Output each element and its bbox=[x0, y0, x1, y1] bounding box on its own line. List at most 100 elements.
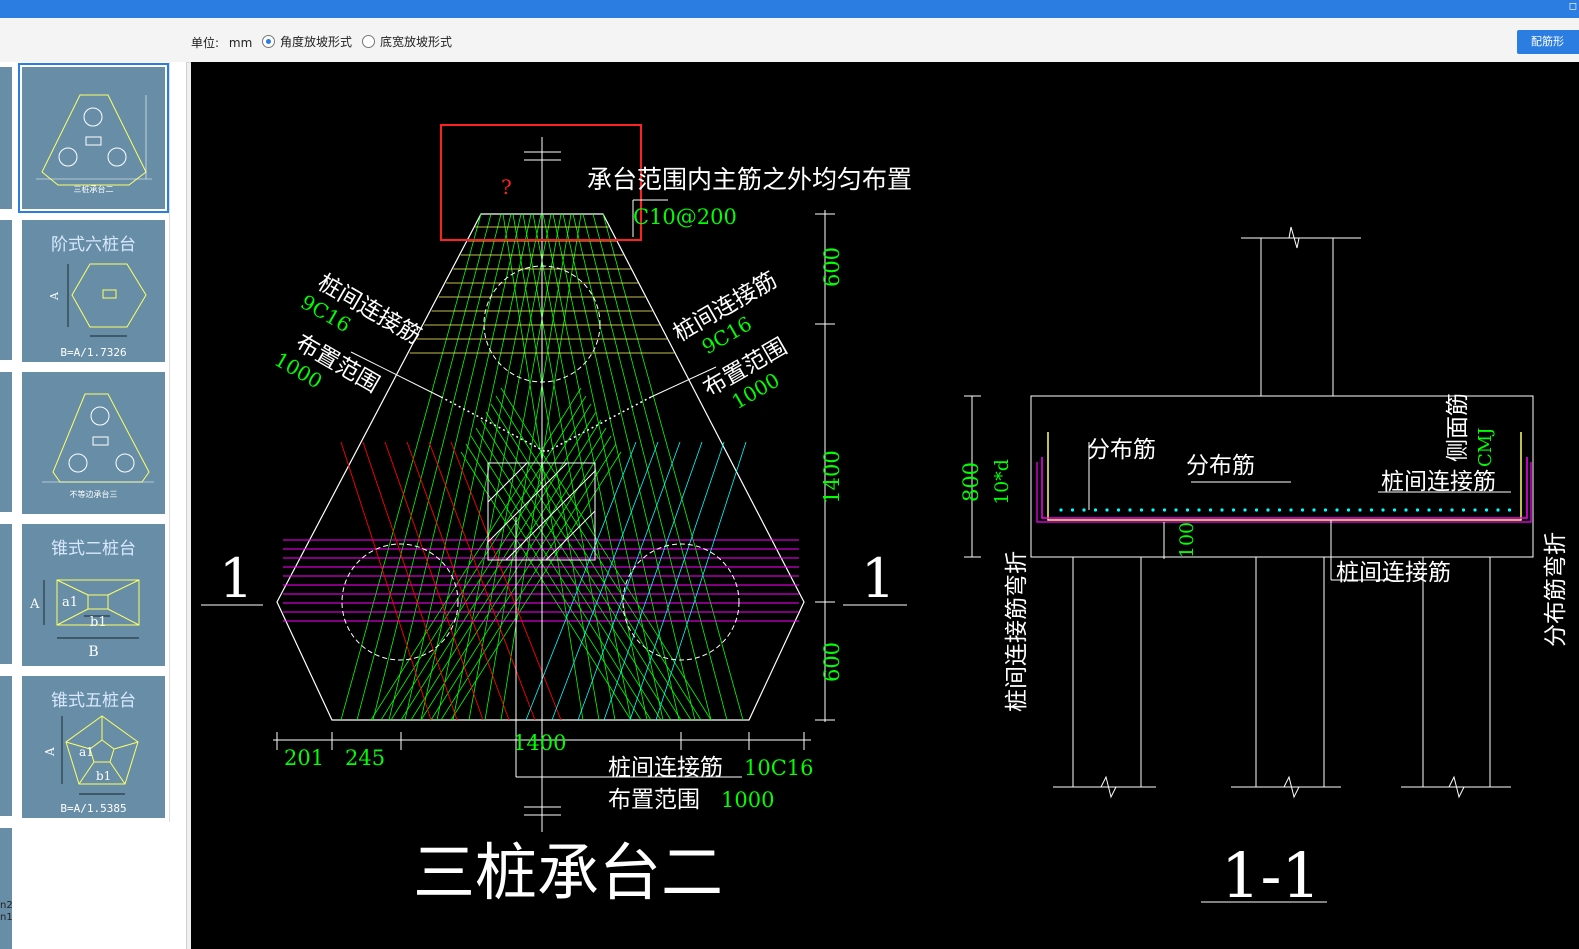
rebar-dot bbox=[1162, 508, 1167, 512]
red-rebar-line bbox=[340, 441, 432, 721]
rebar-dot bbox=[1404, 508, 1408, 512]
panel-divider bbox=[169, 62, 170, 822]
edge-text: n2 n1 bbox=[0, 900, 13, 923]
rebar-dot bbox=[1266, 508, 1270, 512]
section-view bbox=[964, 226, 1534, 799]
thumbnail-strip[interactable] bbox=[0, 67, 12, 209]
green-rebar-line bbox=[532, 213, 632, 721]
template-panel: 三桩承台二 阶式六桩台 A B=A/1.7326 不等边承台三 锥式二桩台 A … bbox=[0, 62, 187, 949]
window-control-icon[interactable]: ◻ bbox=[1569, 1, 1577, 12]
section-dim-100: 100 bbox=[1176, 522, 1198, 558]
bottom-conn-rebar: 10C16 bbox=[744, 756, 814, 780]
green-rebar-line bbox=[452, 213, 552, 721]
thumbnail-strip[interactable] bbox=[0, 524, 12, 664]
thumbnail-unequal-cap-3[interactable]: 不等边承台三 bbox=[22, 372, 165, 514]
rebar-dot bbox=[1461, 508, 1466, 512]
angle-slope-label: 角度放坡形式 bbox=[280, 35, 353, 49]
rebar-dot bbox=[1254, 508, 1259, 512]
thumbnail-strip[interactable] bbox=[0, 220, 12, 360]
unit-label: 单位: bbox=[191, 36, 220, 50]
rebar-dot bbox=[1415, 508, 1420, 512]
rebar-dot bbox=[1473, 508, 1477, 512]
green-rebar-line bbox=[484, 213, 572, 721]
rebar-dot bbox=[1381, 508, 1385, 512]
note-top: 承台范围内主筋之外均匀布置 bbox=[587, 165, 912, 194]
section-dist-label-1: 分布筋 bbox=[1087, 437, 1156, 463]
rebar-dot bbox=[1128, 508, 1132, 512]
dim-1400-bottom: 1400 bbox=[513, 731, 566, 755]
section-conn-bottom-label: 桩间连接筋 bbox=[1336, 560, 1451, 586]
rebar-dot bbox=[1438, 508, 1443, 512]
thumbnail-cone-two-pile[interactable]: 锥式二桩台 A a1 b1 B bbox=[22, 524, 165, 666]
rebar-dot bbox=[1105, 508, 1109, 512]
svg-text:A: A bbox=[48, 291, 61, 301]
rebar-dot bbox=[1277, 508, 1282, 512]
pile-circle bbox=[341, 543, 459, 661]
pile-connect-rebar bbox=[283, 539, 799, 622]
cyan-rebar-line bbox=[655, 441, 747, 721]
green-rebar-line bbox=[460, 451, 632, 721]
dim-600-bottom: 600 bbox=[820, 642, 844, 682]
thumbnail-caption: B=A/1.5385 bbox=[60, 802, 127, 815]
green-rebar-line bbox=[370, 387, 582, 721]
rebar-dot bbox=[1369, 508, 1374, 512]
cad-drawing: ? 承台范围内主筋之外均匀布置 C10@200 桩间连接筋 9C16 布置范围 … bbox=[201, 124, 1569, 912]
section-dim-10d: 10*d bbox=[991, 459, 1013, 505]
rebar-dot bbox=[1093, 508, 1098, 512]
rebar-dot bbox=[1243, 508, 1247, 512]
title-bar: ◻ bbox=[0, 0, 1579, 18]
section-mark-right: 1 bbox=[861, 547, 895, 610]
cad-drawing-canvas[interactable]: ? 承台范围内主筋之外均匀布置 C10@200 桩间连接筋 9C16 布置范围 … bbox=[191, 62, 1579, 949]
rebar-dot bbox=[1151, 508, 1155, 512]
bottom-range-label: 布置范围 bbox=[608, 787, 700, 813]
rebar-dot bbox=[1392, 508, 1397, 512]
section-mark-left: 1 bbox=[219, 547, 253, 610]
thumbnail-title: 锥式五桩台 bbox=[51, 691, 136, 711]
thumbnail-caption: B=A/1.7326 bbox=[60, 346, 127, 359]
green-rebar-line bbox=[582, 213, 712, 721]
svg-text:b1: b1 bbox=[90, 615, 107, 630]
section-conn-bend-label: 桩间连接筋弯折 bbox=[1004, 551, 1030, 712]
rebar-dot bbox=[1507, 508, 1512, 512]
section-side-label: 侧面筋 bbox=[1445, 393, 1471, 462]
width-slope-radio[interactable]: 底宽放坡形式 bbox=[362, 33, 452, 50]
green-rebar-line bbox=[388, 213, 512, 721]
rebar-dot bbox=[1323, 508, 1328, 512]
svg-text:a1: a1 bbox=[62, 595, 78, 610]
radio-unselected-icon[interactable] bbox=[362, 35, 375, 48]
radio-selected-icon[interactable] bbox=[262, 35, 275, 48]
svg-text:a1: a1 bbox=[79, 745, 94, 759]
green-rebar-line bbox=[404, 213, 522, 721]
green-rebar-line bbox=[420, 213, 532, 721]
thumbnail-three-pile-cap-2[interactable]: 三桩承台二 bbox=[18, 63, 169, 213]
section-rebar-dots bbox=[1059, 508, 1512, 512]
rebar-dot bbox=[1197, 508, 1201, 512]
dim-201: 201 bbox=[284, 746, 324, 770]
green-rebar-line bbox=[552, 213, 664, 721]
rebar-dot bbox=[1208, 508, 1213, 512]
rebar-dot bbox=[1450, 508, 1454, 512]
thumbnail-strip[interactable] bbox=[0, 828, 12, 949]
thumbnail-step-six-pile[interactable]: 阶式六桩台 A B=A/1.7326 bbox=[22, 220, 165, 362]
question-mark: ? bbox=[501, 175, 512, 199]
green-rebar-line bbox=[602, 213, 744, 721]
thumbnail-title: 锥式二桩台 bbox=[51, 539, 136, 559]
toolbar: 单位: mm 角度放坡形式 底宽放坡形式 配筋形 bbox=[0, 18, 1579, 63]
rebar-dot bbox=[1116, 508, 1121, 512]
rebar-form-button[interactable]: 配筋形 bbox=[1517, 30, 1579, 54]
section-conn-right-label: 桩间连接筋 bbox=[1381, 469, 1496, 495]
thumbnail-strip[interactable] bbox=[0, 676, 12, 816]
green-rebar-line bbox=[562, 213, 680, 721]
section-dist-bend-label: 分布筋弯折 bbox=[1543, 532, 1569, 647]
thumbnail-strip[interactable] bbox=[0, 372, 12, 512]
angle-slope-radio[interactable]: 角度放坡形式 bbox=[262, 33, 352, 50]
rebar-dot bbox=[1289, 508, 1293, 512]
dim-1400-right: 1400 bbox=[820, 450, 844, 503]
bottom-range-value: 1000 bbox=[721, 788, 774, 812]
thumbnail-caption: B bbox=[88, 644, 99, 660]
rebar-dot bbox=[1358, 508, 1362, 512]
rebar-dot bbox=[1070, 508, 1075, 512]
note-top-rebar: C10@200 bbox=[633, 205, 737, 229]
section-dist-label-2: 分布筋 bbox=[1186, 453, 1255, 479]
thumbnail-cone-five-pile[interactable]: 锥式五桩台 A a1 b1 B=A/1.5385 bbox=[22, 676, 165, 818]
